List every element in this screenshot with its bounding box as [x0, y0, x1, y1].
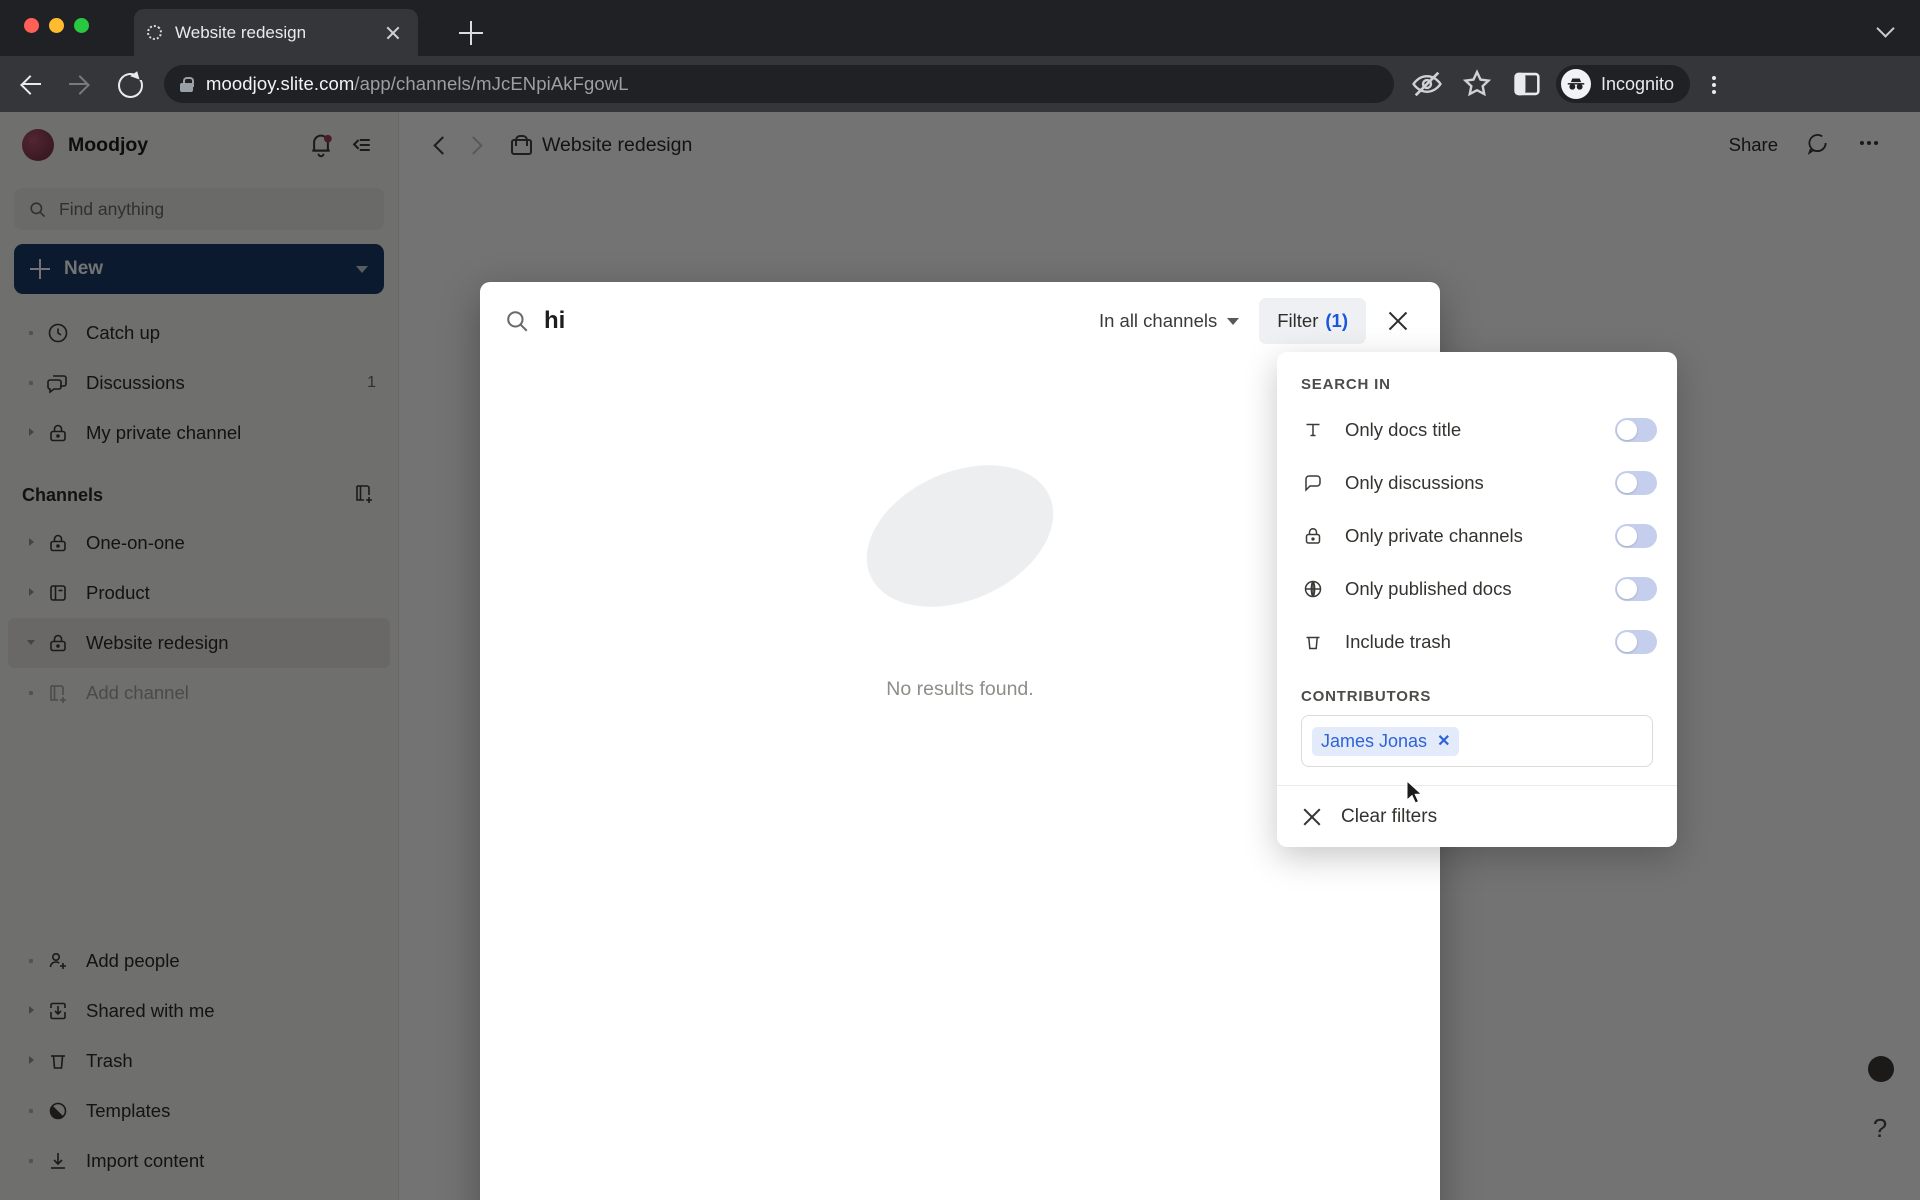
toggle-only-published-docs[interactable]	[1615, 576, 1657, 601]
contributor-chip[interactable]: James Jonas ✕	[1312, 726, 1460, 756]
contributors-section: CONTRIBUTORS James Jonas ✕	[1277, 668, 1677, 785]
clear-filters-button[interactable]: Clear filters	[1277, 785, 1677, 847]
browser-toolbar: moodjoy.slite.com/app/channels/mJcENpiAk…	[0, 56, 1920, 112]
search-scope-label: In all channels	[1098, 310, 1218, 331]
mouse-cursor	[1406, 780, 1423, 804]
close-tab-icon[interactable]	[380, 20, 406, 46]
filter-option-only-docs-title[interactable]: Only docs title	[1277, 403, 1677, 456]
side-panel-icon[interactable]	[1510, 67, 1544, 101]
remove-contributor-icon[interactable]: ✕	[1437, 731, 1450, 751]
chevron-down-icon[interactable]	[1878, 22, 1896, 32]
eye-off-icon[interactable]	[1410, 67, 1444, 101]
text-t-icon	[1301, 418, 1331, 442]
url-path: /app/channels/mJcENpiAkFgowL	[354, 73, 629, 94]
filter-option-only-private-channels[interactable]: Only private channels	[1277, 509, 1677, 562]
bookmark-star-icon[interactable]	[1460, 67, 1494, 101]
back-arrow-icon[interactable]	[14, 67, 48, 101]
contributor-name: James Jonas	[1321, 730, 1428, 751]
lock-icon	[1301, 524, 1331, 548]
toggle-knob	[1617, 631, 1637, 652]
filter-option-label: Only discussions	[1345, 471, 1484, 493]
incognito-avatar-icon	[1561, 69, 1591, 99]
tab-title: Website redesign	[175, 22, 307, 42]
empty-state-text: No results found.	[886, 678, 1034, 700]
lock-icon	[180, 76, 194, 92]
window-traffic-lights	[24, 18, 89, 33]
chat-icon	[1301, 471, 1331, 495]
filter-option-label: Only docs title	[1345, 418, 1462, 440]
new-tab-button[interactable]	[456, 18, 486, 48]
filter-dropdown-panel: SEARCH IN Only docs title Only discussio…	[1277, 352, 1677, 847]
contributors-title: CONTRIBUTORS	[1301, 688, 1432, 705]
slite-favicon-icon	[146, 24, 163, 41]
toggle-only-private-channels[interactable]	[1615, 523, 1657, 548]
filter-option-label: Include trash	[1345, 630, 1451, 652]
clear-filters-label: Clear filters	[1341, 805, 1438, 827]
trash-icon	[1301, 630, 1331, 654]
close-search-icon[interactable]	[1378, 301, 1418, 341]
browser-window: Website redesign moodjoy.slite.com/app/c…	[0, 0, 1920, 1200]
filter-option-only-published-docs[interactable]: Only published docs	[1277, 562, 1677, 615]
toggle-only-discussions[interactable]	[1615, 470, 1657, 495]
url-host: moodjoy.slite.com	[206, 73, 355, 94]
forward-arrow-icon[interactable]	[62, 67, 96, 101]
filter-button-label: Filter	[1277, 310, 1319, 331]
search-in-title: SEARCH IN	[1301, 376, 1391, 393]
profile-label: Incognito	[1601, 73, 1675, 94]
search-icon	[504, 308, 530, 334]
filter-button[interactable]: Filter (1)	[1259, 298, 1366, 344]
chevron-down-icon	[1227, 317, 1240, 325]
maximize-window-button[interactable]	[74, 18, 89, 33]
search-modal-header: hi In all channels Filter (1)	[480, 282, 1440, 360]
toggle-knob	[1617, 578, 1637, 599]
profile-incognito-button[interactable]: Incognito	[1556, 65, 1691, 103]
close-window-button[interactable]	[24, 18, 39, 33]
contributors-input[interactable]: James Jonas ✕	[1301, 715, 1653, 767]
toggle-knob	[1617, 472, 1637, 493]
reload-icon[interactable]	[112, 67, 146, 101]
app-viewport: Moodjoy Find anything	[0, 112, 1920, 1200]
minimize-window-button[interactable]	[49, 18, 64, 33]
toggle-knob	[1617, 525, 1637, 546]
filter-option-only-discussions[interactable]: Only discussions	[1277, 456, 1677, 509]
filter-option-label: Only private channels	[1345, 524, 1523, 546]
url-text: moodjoy.slite.com/app/channels/mJcENpiAk…	[206, 73, 629, 95]
filter-option-label: Only published docs	[1345, 577, 1512, 599]
globe-icon	[1301, 577, 1331, 601]
kebab-menu-icon[interactable]	[1700, 67, 1728, 101]
empty-illustration	[844, 437, 1076, 635]
browser-tab[interactable]: Website redesign	[134, 9, 418, 56]
close-icon	[1301, 806, 1323, 828]
filter-count-badge: (1)	[1325, 310, 1348, 331]
toggle-knob	[1617, 419, 1637, 440]
filter-option-include-trash[interactable]: Include trash	[1277, 615, 1677, 668]
toggle-only-docs-title[interactable]	[1615, 417, 1657, 442]
tab-strip: Website redesign	[0, 0, 1920, 56]
search-query-input[interactable]: hi	[544, 307, 1099, 335]
address-bar[interactable]: moodjoy.slite.com/app/channels/mJcENpiAk…	[164, 65, 1394, 103]
toggle-include-trash[interactable]	[1615, 629, 1657, 654]
search-scope-dropdown[interactable]: In all channels	[1098, 310, 1240, 332]
